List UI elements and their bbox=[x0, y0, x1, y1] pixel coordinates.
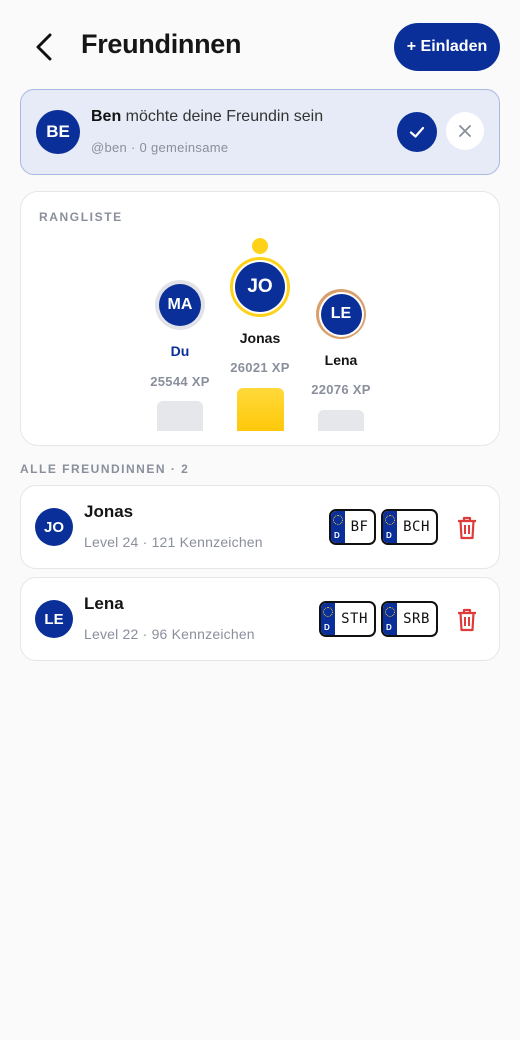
plate-code: STH bbox=[341, 611, 368, 627]
podium-avatar-third[interactable]: LE bbox=[316, 289, 366, 339]
request-name: Ben bbox=[91, 108, 122, 125]
delete-friend-button[interactable] bbox=[455, 513, 479, 543]
app-header: Freundinnen + Einladen bbox=[0, 0, 520, 92]
podium-name-first: Jonas bbox=[239, 330, 281, 346]
podium-block-second bbox=[157, 401, 203, 431]
avatar: LE bbox=[35, 600, 73, 638]
avatar: LE bbox=[320, 293, 362, 335]
eu-flag-icon: D bbox=[383, 603, 397, 635]
podium-xp-second: 25544 XP bbox=[150, 374, 210, 389]
plate-code: BCH bbox=[403, 519, 430, 535]
close-icon bbox=[459, 125, 471, 137]
friend-stats: Level 22 · 96 Kennzeichen bbox=[84, 626, 255, 642]
license-plate: D STH bbox=[319, 601, 376, 637]
request-subtitle: @ben · 0 gemeinsame bbox=[91, 140, 229, 155]
eu-flag-icon: D bbox=[383, 511, 397, 543]
friend-name: Jonas bbox=[84, 502, 134, 521]
chevron-left-icon bbox=[36, 33, 52, 61]
podium-name-third: Lena bbox=[324, 352, 358, 368]
podium-avatar-first[interactable]: JO bbox=[230, 257, 290, 317]
decline-button[interactable] bbox=[446, 112, 484, 150]
invite-button[interactable]: + Einladen bbox=[394, 23, 500, 71]
trash-icon bbox=[458, 516, 476, 540]
delete-friend-button[interactable] bbox=[455, 605, 479, 635]
friend-row[interactable]: LE Lena Level 22 · 96 Kennzeichen D STH … bbox=[20, 577, 500, 661]
page-title: Freundinnen bbox=[81, 29, 242, 59]
check-icon bbox=[409, 126, 425, 138]
friends-section-title: ALLE FREUNDINNEN · 2 bbox=[20, 462, 190, 476]
friend-request-card: BE Ben möchte deine Freundin sein @ben ·… bbox=[20, 89, 500, 175]
avatar: JO bbox=[235, 262, 285, 312]
friend-row[interactable]: JO Jonas Level 24 · 121 Kennzeichen D BF… bbox=[20, 485, 500, 569]
leaderboard-card: RANGLISTE MA Du 25544 XP JO Jonas 26021 … bbox=[20, 191, 500, 446]
request-message: Ben möchte deine Freundin sein bbox=[91, 108, 323, 126]
friend-stats: Level 24 · 121 Kennzeichen bbox=[84, 534, 263, 550]
podium-block-third bbox=[318, 410, 364, 431]
license-plate: D BF bbox=[329, 509, 376, 545]
accept-button[interactable] bbox=[397, 112, 437, 152]
friend-name: Lena bbox=[84, 594, 124, 613]
request-message-text: möchte deine Freundin sein bbox=[121, 108, 324, 125]
leaderboard-heading: RANGLISTE bbox=[39, 210, 123, 224]
avatar: BE bbox=[36, 110, 80, 154]
podium-xp-third: 22076 XP bbox=[311, 382, 371, 397]
podium-avatar-second[interactable]: MA bbox=[155, 280, 205, 330]
podium-block-first bbox=[237, 388, 284, 431]
avatar: JO bbox=[35, 508, 73, 546]
avatar: MA bbox=[159, 284, 201, 326]
trash-icon bbox=[458, 608, 476, 632]
eu-flag-icon: D bbox=[321, 603, 335, 635]
crown-icon bbox=[252, 238, 268, 254]
license-plate: D SRB bbox=[381, 601, 438, 637]
plate-code: SRB bbox=[403, 611, 430, 627]
plate-code: BF bbox=[350, 519, 369, 535]
eu-flag-icon: D bbox=[331, 511, 345, 543]
back-button[interactable] bbox=[28, 30, 60, 64]
license-plate: D BCH bbox=[381, 509, 438, 545]
